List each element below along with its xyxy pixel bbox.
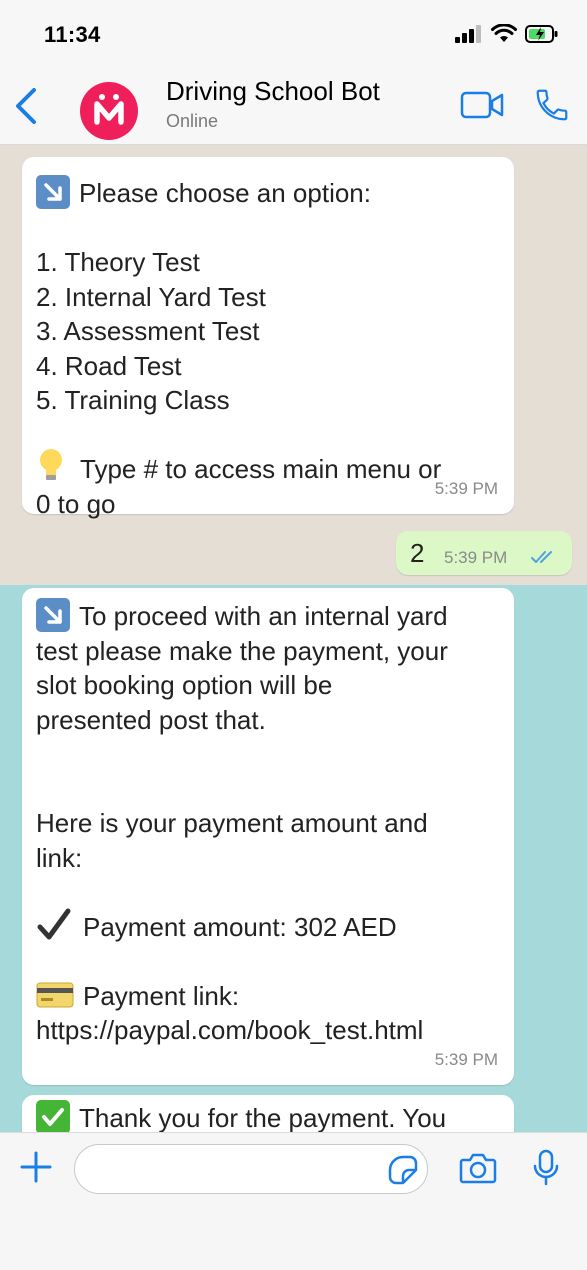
bot-logo-icon: [94, 94, 124, 125]
message-link[interactable]: https://paypal.com/book_test.html: [36, 1013, 448, 1048]
microphone-icon[interactable]: [532, 1149, 560, 1187]
message-time: 5:39 PM: [444, 548, 508, 567]
message-bubble-payment[interactable]: To proceed with an internal yard test pl…: [22, 588, 514, 1085]
message-text: 2: [410, 538, 425, 568]
message-line: 3. Assessment Test: [36, 316, 260, 346]
white-check-mark-emoji-icon: [36, 1100, 70, 1132]
back-arrow-icon[interactable]: [12, 86, 42, 126]
message-line: slot booking option will be: [36, 670, 333, 700]
message-line: 2. Internal Yard Test: [36, 281, 266, 312]
contact-name[interactable]: Driving School Bot: [166, 76, 380, 107]
status-bar: 11:34: [0, 0, 587, 70]
message-bubble-menu[interactable]: Please choose an option: ​ 1. Theory Tes…: [22, 157, 514, 519]
message-line: Thank you for the payment. You: [36, 1100, 446, 1132]
message-line: 5. Training Class: [36, 385, 230, 415]
lightbulb-emoji-icon: [36, 449, 66, 483]
read-receipt-icon: [531, 551, 552, 563]
checkmark-emoji-icon: [36, 908, 74, 941]
arrow-down-right-emoji-icon: [36, 175, 70, 209]
message-line: ​: [36, 418, 441, 453]
message-line: ​: [36, 875, 448, 910]
sticker-icon[interactable]: [388, 1155, 418, 1185]
message-line: To proceed with an internal yard: [36, 598, 448, 634]
message-line: ​: [36, 211, 441, 246]
wifi-icon: [491, 24, 517, 42]
message-time: 5:39 PM: [434, 1049, 498, 1069]
message-line: 4. Road Test: [36, 350, 182, 381]
message-bubble-outgoing[interactable]: 2 5:39 PM: [396, 531, 572, 575]
chat-header: Driving School Bot Online: [0, 70, 587, 145]
composer-bar: [0, 1132, 587, 1270]
message-bubble-thanks[interactable]: Thank you for the payment. You: [22, 1095, 514, 1132]
message-line: 1. Theory Test: [36, 247, 200, 277]
message-line: presented post that.: [36, 704, 266, 735]
signal-icon: [455, 25, 481, 43]
battery-icon: [525, 25, 558, 43]
message-time: 5:39 PM: [434, 478, 498, 498]
message-line: Here is your payment amount and: [36, 808, 428, 838]
plus-icon[interactable]: [18, 1149, 54, 1185]
chat-area[interactable]: Please choose an option: ​ 1. Theory Tes…: [0, 145, 587, 1132]
credit-card-emoji-icon: [36, 980, 74, 1010]
message-line: ​: [36, 944, 448, 979]
message-line: Please choose an option:: [36, 175, 441, 211]
message-input[interactable]: [74, 1144, 428, 1194]
message-line: Payment amount: 302 AED: [36, 908, 448, 945]
avatar[interactable]: [80, 82, 138, 140]
status-icons: [455, 24, 559, 44]
message-line: ​: [36, 772, 448, 807]
message-line: Type # to access main menu or: [36, 449, 441, 487]
arrow-down-right-emoji-icon: [36, 598, 70, 632]
contact-status: Online: [166, 111, 219, 131]
message-line: ​: [36, 737, 448, 772]
video-call-icon[interactable]: [460, 90, 504, 120]
message-line: link:: [36, 842, 83, 873]
message-line: Payment link:: [36, 979, 448, 1014]
phone-icon[interactable]: [533, 86, 571, 124]
camera-icon[interactable]: [459, 1151, 497, 1185]
status-time: 11:34: [44, 22, 101, 47]
message-line: test please make the payment, your: [36, 635, 448, 666]
message-line: 0 to go: [36, 488, 116, 519]
